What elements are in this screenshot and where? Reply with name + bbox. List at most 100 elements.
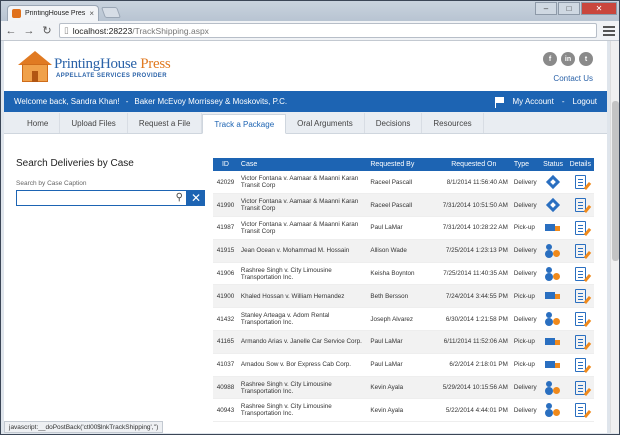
table-row[interactable]: 41037 Amadou Sow v. Bor Express Cab Corp.… xyxy=(213,353,594,377)
tab-decisions[interactable]: Decisions xyxy=(365,113,423,133)
table-row[interactable]: 41990 Victor Fontana v. Aamaar & Maanni K… xyxy=(213,193,594,218)
row-id: 41432 xyxy=(213,307,238,332)
twitter-icon[interactable]: t xyxy=(579,52,593,66)
tab-track-a-package[interactable]: Track a Package xyxy=(202,114,287,134)
details-clipboard-icon[interactable] xyxy=(574,198,586,213)
row-requested-on: 6/11/2014 11:52:06 AM xyxy=(436,330,511,354)
col-details: Details xyxy=(566,158,594,171)
search-icon[interactable]: ⚲ xyxy=(176,192,183,203)
row-details xyxy=(566,193,594,218)
row-type: Pick-up xyxy=(510,284,540,309)
row-type: Delivery xyxy=(510,262,540,286)
row-requested-on: 7/31/2014 10:28:22 AM xyxy=(436,216,511,240)
details-clipboard-icon[interactable] xyxy=(574,220,586,235)
details-clipboard-icon[interactable] xyxy=(574,289,586,304)
details-clipboard-icon[interactable] xyxy=(574,266,586,281)
main-nav: Home Upload Files Request a File Track a… xyxy=(4,112,607,134)
row-id: 41906 xyxy=(213,262,238,286)
row-requested-by: Raceel Pascall xyxy=(367,193,437,218)
details-clipboard-icon[interactable] xyxy=(574,357,586,372)
reload-icon[interactable]: ↻ xyxy=(41,25,53,37)
browser-tab[interactable]: PrintingHouse Press × xyxy=(7,5,99,21)
details-clipboard-icon[interactable] xyxy=(574,312,586,327)
box-icon xyxy=(545,175,561,189)
site-logo[interactable]: PrintingHouse Press APPELLATE SERVICES P… xyxy=(18,51,171,83)
address-bar[interactable]: ▯ localhost:28223/TrackShipping.aspx xyxy=(59,23,597,38)
row-requested-on: 7/24/2014 3:44:55 PM xyxy=(436,284,511,309)
linkedin-icon[interactable]: in xyxy=(561,52,575,66)
person-icon xyxy=(545,403,561,417)
details-clipboard-icon[interactable] xyxy=(574,334,586,349)
user-bar: Welcome back, Sandra Khan! - Baker McEvo… xyxy=(4,91,607,112)
clear-search-button[interactable]: ✕ xyxy=(187,190,205,206)
row-details xyxy=(566,171,594,195)
person-icon xyxy=(545,380,561,395)
row-details xyxy=(566,307,594,332)
row-details xyxy=(566,284,594,309)
separator: - xyxy=(561,97,565,106)
site-header: PrintingHouse Press APPELLATE SERVICES P… xyxy=(4,41,607,91)
forward-arrow-icon[interactable]: → xyxy=(23,25,35,37)
tab-resources[interactable]: Resources xyxy=(422,113,484,133)
tab-request-a-file[interactable]: Request a File xyxy=(128,113,203,133)
row-requested-by: Kevin Ayala xyxy=(367,398,437,423)
table-row[interactable]: 41906 Rashree Singh v. City Limousine Tra… xyxy=(213,262,594,286)
row-requested-on: 6/30/2014 1:21:58 PM xyxy=(436,307,511,332)
my-account-link[interactable]: My Account xyxy=(513,97,554,106)
page-scrollbar[interactable] xyxy=(610,41,619,433)
row-type: Delivery xyxy=(510,171,540,195)
row-requested-by: Joseph Alvarez xyxy=(367,307,437,332)
row-status xyxy=(539,262,567,286)
search-title: Search Deliveries by Case xyxy=(16,158,134,169)
row-id: 41900 xyxy=(213,284,238,309)
table-row[interactable]: 41432 Stanley Arteaga v. Adom Rental Tran… xyxy=(213,307,594,332)
row-case: Rashree Singh v. City Limousine Transpor… xyxy=(237,376,368,400)
minimize-button[interactable]: – xyxy=(535,2,557,15)
details-clipboard-icon[interactable] xyxy=(574,403,586,418)
details-clipboard-icon[interactable] xyxy=(574,243,586,258)
row-requested-on: 6/2/2014 2:18:01 PM xyxy=(436,353,511,377)
person-icon xyxy=(545,266,561,281)
row-requested-by: Paul LaMar xyxy=(367,330,437,354)
table-row[interactable]: 41915 Jean Ocean v. Mohammad M. Hossain Al… xyxy=(213,239,594,263)
tab-upload-files[interactable]: Upload Files xyxy=(60,113,128,133)
case-search-input[interactable]: ⚲ xyxy=(16,190,187,206)
logout-link[interactable]: Logout xyxy=(573,97,597,106)
table-row[interactable]: 40988 Rashree Singh v. City Limousine Tra… xyxy=(213,376,594,400)
welcome-text: Welcome back, Sandra Khan! xyxy=(14,97,120,106)
contact-us-link[interactable]: Contact Us xyxy=(553,74,593,83)
col-requested-by[interactable]: Requested By xyxy=(367,158,437,171)
row-status xyxy=(539,239,567,263)
details-clipboard-icon[interactable] xyxy=(574,380,586,395)
table-row[interactable]: 41900 Khaled Hossan v. William Hernandez B… xyxy=(213,284,594,309)
row-status xyxy=(539,376,567,400)
row-requested-by: Allison Wade xyxy=(367,239,437,263)
table-row[interactable]: 42029 Victor Fontana v. Aamaar & Maanni K… xyxy=(213,171,594,195)
hamburger-menu-icon[interactable] xyxy=(603,25,615,37)
back-arrow-icon[interactable]: ← xyxy=(5,25,17,37)
tab-home[interactable]: Home xyxy=(16,113,61,133)
col-id[interactable]: ID xyxy=(213,158,238,171)
table-row[interactable]: 40943 Rashree Singh v. City Limousine Tra… xyxy=(213,398,594,423)
scrollbar-thumb[interactable] xyxy=(612,101,619,261)
facebook-icon[interactable]: f xyxy=(543,52,557,66)
tab-title: PrintingHouse Press xyxy=(25,10,86,17)
flag-icon[interactable] xyxy=(494,96,505,108)
close-window-button[interactable]: ✕ xyxy=(581,2,617,15)
table-row[interactable]: 41165 Armando Arias v. Janelle Car Servic… xyxy=(213,330,594,354)
row-details xyxy=(566,330,594,354)
row-requested-on: 7/25/2014 1:23:13 PM xyxy=(436,239,511,263)
row-case: Amadou Sow v. Bor Express Cab Corp. xyxy=(237,353,368,377)
row-id: 40943 xyxy=(213,398,238,423)
row-case: Victor Fontana v. Aamaar & Maanni Karan … xyxy=(237,171,368,195)
maximize-button[interactable]: □ xyxy=(558,2,580,15)
col-case[interactable]: Case xyxy=(237,158,368,171)
close-tab-icon[interactable]: × xyxy=(89,9,94,18)
col-requested-on[interactable]: Requested On xyxy=(436,158,511,171)
tab-oral-arguments[interactable]: Oral Arguments xyxy=(286,113,365,133)
details-clipboard-icon[interactable] xyxy=(574,175,586,190)
col-type[interactable]: Type xyxy=(510,158,540,171)
table-row[interactable]: 41987 Victor Fontana v. Aamaar & Maanni K… xyxy=(213,216,594,240)
new-tab-button[interactable] xyxy=(100,7,122,18)
logo-accent-text: Press xyxy=(140,55,171,72)
